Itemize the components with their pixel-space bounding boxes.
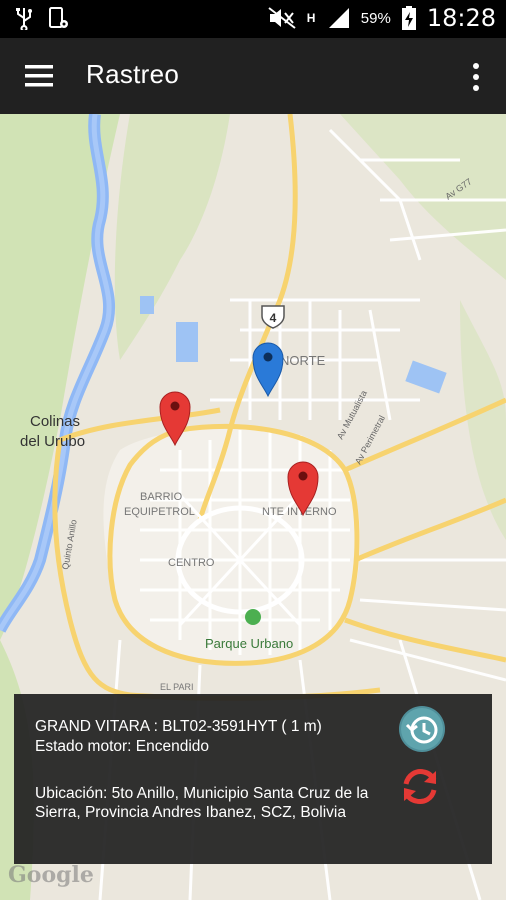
google-attribution: Google [8, 862, 94, 888]
network-type-label: H [306, 10, 316, 25]
location-address-label: Ubicación: 5to Anillo, Municipio Santa C… [35, 785, 369, 821]
map-label-barrio: BARRIO [140, 491, 183, 503]
mute-icon [268, 7, 296, 29]
usb-icon [16, 8, 32, 30]
status-right-icons: H 59% 18:28 [267, 4, 496, 32]
status-left-icons [14, 6, 70, 30]
history-icon[interactable] [398, 705, 446, 753]
map-label-centro: CENTRO [168, 557, 215, 569]
engine-status-label: Estado motor: Encendido [35, 738, 210, 755]
road-4-label: 4 [270, 311, 277, 325]
map-label-colinas: Colinas [30, 413, 80, 430]
vehicle-plate-label: GRAND VITARA : BLT02-3591HYT ( 1 m) [35, 718, 322, 735]
app-bar: Rastreo [0, 38, 506, 114]
battery-charging-icon [401, 6, 416, 30]
map-label-equipetrol: EQUIPETROL [124, 506, 195, 518]
vehicle-info-panel: GRAND VITARA : BLT02-3591HYT ( 1 m) Esta… [14, 694, 492, 864]
signal-icon [328, 8, 349, 28]
device-settings-icon [49, 7, 68, 28]
hamburger-menu-icon[interactable] [25, 63, 55, 89]
clock: 18:28 [426, 4, 496, 32]
overflow-menu-icon[interactable] [472, 62, 480, 92]
battery-percent: 59% [360, 9, 391, 27]
map-label-parque-urbano: Parque Urbano [205, 636, 293, 651]
status-bar: H 59% 18:28 [0, 0, 506, 38]
app-title: Rastreo [86, 59, 180, 89]
map-label-el-pari: EL PARI [160, 682, 194, 692]
map-label-norte: NORTE [280, 353, 326, 368]
refresh-icon[interactable] [398, 764, 442, 808]
map-label-del-urubo: del Urubo [20, 433, 85, 450]
